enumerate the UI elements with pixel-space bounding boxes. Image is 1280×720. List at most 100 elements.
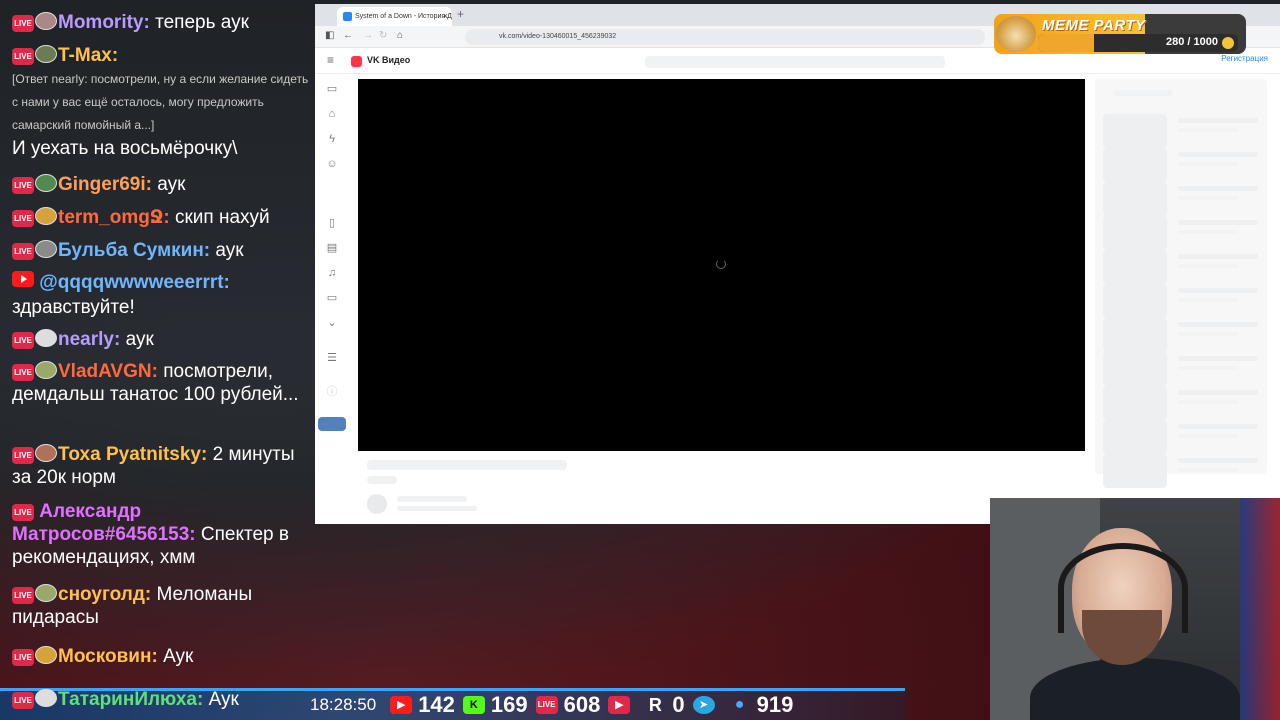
chat-message: LIVE nearly: аук [12,328,310,351]
chat-nick: nearly: [58,329,121,350]
stream-chat: LIVE Momority: теперь аук LIVE T-Max: [Отв… [0,0,315,720]
account-button[interactable] [318,417,346,431]
menu-icon[interactable]: ≡ [327,53,334,67]
live-badge-icon: LIVE [12,177,34,194]
chat-nick: VladAVGN: [58,361,158,382]
home-nav-icon[interactable]: ⌂ [325,107,339,121]
live-icon[interactable]: ▭ [325,82,339,96]
rec-thumb-placeholder [1103,182,1167,216]
vklive-count: 608 [563,692,601,717]
avatar [35,45,57,63]
chat-text: Аук [208,689,239,710]
music-icon[interactable]: ♫ [325,266,339,280]
chat-nick: Московин: [58,646,158,667]
live-badge-icon: LIVE [12,447,34,464]
catalog-icon[interactable]: ▯ [325,216,339,230]
back-icon[interactable]: ← [343,30,353,41]
meme-progress-fill [1038,34,1094,52]
coin-icon [1222,37,1234,49]
webcam-feed [990,498,1280,720]
forward-icon[interactable]: → [363,30,373,41]
avatar [35,444,57,462]
meme-party-widget: MEME PARTY 280 / 1000 [994,14,1246,54]
telegram-icon: ➤ [692,696,715,714]
avatar [35,174,57,192]
chat-message: LIVE Momority: теперь аук [12,11,310,34]
chat-nick: Ginger69i: [58,174,152,195]
loading-spinner-icon [716,259,726,269]
chat-quote: [Ответ nearly: посмотрели, ну а если жел… [12,72,309,132]
close-tab-icon[interactable]: × [443,7,448,26]
rec-thumb-placeholder [1103,250,1167,284]
rec-title-placeholder [1178,220,1258,225]
viewers-count: 919 [756,692,794,717]
chat-message: @qqqqwwwweeerrrt: здравствуйте! [12,271,310,319]
site-title[interactable]: VK Видео [367,55,410,65]
sidebar-toggle-icon[interactable]: ◧ [325,30,334,41]
meme-title: MEME PARTY [1042,17,1146,34]
avatar [35,646,57,664]
kick-count: 169 [490,692,528,717]
rec-title-placeholder [1178,424,1258,429]
browser-tab[interactable]: System of a Down - История Д × [337,7,452,26]
rec-meta-placeholder [1178,366,1238,370]
meme-progress-bar: 280 / 1000 [1038,34,1238,52]
channels-icon[interactable]: ▤ [325,241,339,255]
tab-title: System of a Down - История Д [355,13,452,20]
chat-text: аук [157,174,186,195]
rec-title-placeholder [1178,118,1258,123]
rec-title-placeholder [1178,390,1258,395]
reload-icon[interactable]: ↻ [379,30,387,41]
avatar [35,361,57,379]
live-badge-icon: LIVE [12,332,34,349]
live-badge-icon: LIVE [12,504,34,521]
vk-video-logo-icon[interactable] [351,56,362,67]
tv-icon[interactable]: ▭ [325,291,339,305]
rec-thumb-placeholder [1103,148,1167,182]
vk-favicon-icon [343,12,352,21]
rec-meta-placeholder [1178,400,1238,404]
chat-message: LIVE term_omgՋ: скип нахуй [12,206,310,229]
chat-nick: Александр Матросов#6456153: [12,501,196,545]
doge-icon [996,16,1036,52]
chevron-down-icon[interactable]: ⌄ [325,316,339,330]
vklive-icon: LIVE [535,696,558,714]
avatar [35,207,57,225]
shorts-icon[interactable]: ϟ [325,132,339,146]
live-badge-icon: LIVE [12,587,34,604]
games-icon[interactable]: ☺ [325,157,339,171]
chat-message: LIVE Ginger69i: аук [12,173,310,196]
home-icon[interactable]: ⌂ [397,30,403,41]
meme-count: 280 / 1000 [1166,36,1218,48]
channel-subs-placeholder [397,506,477,511]
rec-meta-placeholder [1178,230,1238,234]
url-input[interactable]: vk.com/video-130460015_456239032 [465,29,985,45]
chat-text: скип нахуй [174,207,270,228]
viewers-icon: ● [734,696,745,713]
avatar [35,329,57,347]
chat-text: аук [125,329,154,350]
kick-icon: K [462,696,485,714]
chat-message: LIVE ТатаринИлюха: Аук [12,688,312,711]
cam-flag [1240,498,1280,720]
rec-title-placeholder [1178,322,1258,327]
chat-nick: ТатаринИлюха: [58,689,204,710]
url-text: vk.com/video-130460015_456239032 [499,33,617,40]
youtube-icon [12,271,34,287]
chat-message: LIVE VladAVGN: посмотрели, демдальш танат… [12,360,310,406]
video-player[interactable] [358,79,1085,451]
chat-message: LIVE Бульба Сумкин: аук [12,239,310,262]
avatar [35,689,57,707]
info-icon[interactable]: ⓘ [325,385,339,399]
rec-thumb-placeholder [1103,454,1167,488]
rec-title-placeholder [1178,152,1258,157]
register-link[interactable]: Регистрация [1221,54,1268,63]
chat-message: LIVE T-Max: [Ответ nearly: посмотрели, ну… [12,44,310,160]
new-tab-button[interactable]: + [457,7,464,21]
search-input[interactable] [645,56,945,68]
rec-thumb-placeholder [1103,216,1167,250]
rec-title-placeholder [1178,254,1258,259]
playlist-icon[interactable]: ☰ [325,351,339,365]
rec-title-placeholder [1178,186,1258,191]
rec-thumb-placeholder [1103,284,1167,318]
